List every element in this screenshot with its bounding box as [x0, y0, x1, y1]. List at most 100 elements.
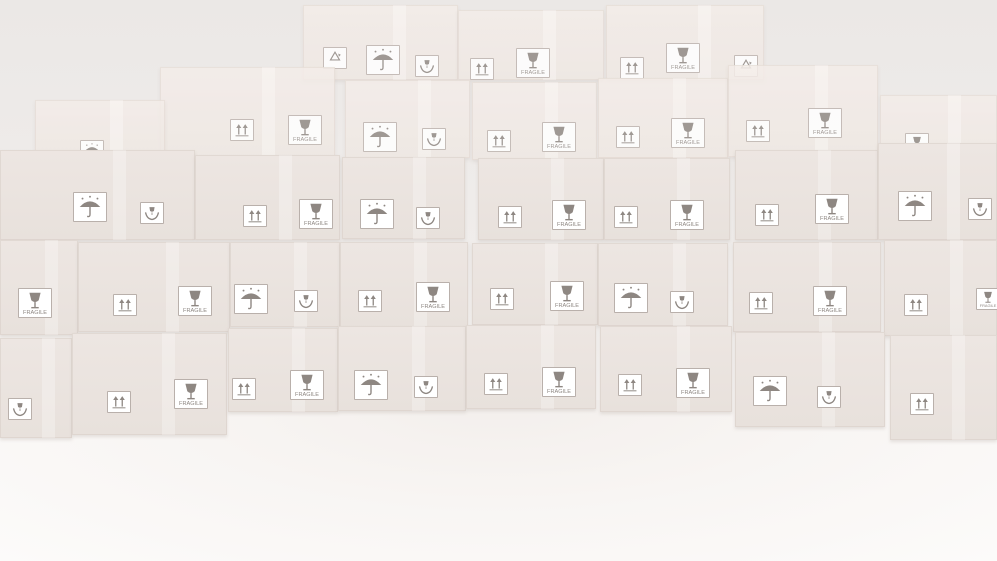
cardboard-box: FRAGILE: [733, 242, 881, 332]
fragile-glass-icon: FRAGILE: [416, 282, 450, 312]
svg-text:FRAGILE: FRAGILE: [293, 137, 317, 143]
cardboard-box: FRAGILE: [604, 158, 730, 240]
svg-text:FRAGILE: FRAGILE: [820, 216, 844, 222]
cardboard-box: FRAGILE: [78, 242, 230, 332]
this-side-up-icon: [358, 290, 382, 312]
this-side-up-icon: [484, 373, 508, 395]
cardboard-box: FRAGILE: [195, 155, 340, 240]
svg-text:FRAGILE: FRAGILE: [521, 70, 545, 76]
cardboard-box: FRAGILE: [458, 10, 604, 80]
fragile-glass-icon: FRAGILE: [552, 200, 586, 230]
cardboard-box: FRAGILE: [600, 326, 732, 412]
fragile-glass-icon: FRAGILE: [550, 281, 584, 311]
handle-with-care-icon: [416, 207, 440, 229]
this-side-up-icon: [230, 119, 254, 141]
keep-dry-umbrella-icon: [360, 199, 394, 229]
fragile-glass-icon: FRAGILE: [815, 194, 849, 224]
keep-dry-umbrella-icon: [753, 376, 787, 406]
cardboard-box: [890, 335, 997, 440]
this-side-up-icon: [749, 292, 773, 314]
cardboard-box: [230, 242, 340, 327]
handle-with-care-icon: [817, 386, 841, 408]
warehouse-scene: FRAGILE FRAGILE FRAGILE FRAGILE FRAGILE …: [0, 0, 997, 561]
recycle-icon: [323, 47, 347, 69]
this-side-up-icon: [904, 294, 928, 316]
fragile-glass-icon: FRAGILE: [813, 286, 847, 316]
fragile-glass-icon: FRAGILE: [671, 118, 705, 148]
this-side-up-icon: [910, 393, 934, 415]
fragile-glass-icon: FRAGILE: [299, 199, 333, 229]
svg-text:FRAGILE: FRAGILE: [980, 303, 997, 308]
this-side-up-icon: [498, 206, 522, 228]
this-side-up-icon: [746, 120, 770, 142]
fragile-glass-icon: FRAGILE: [542, 367, 576, 397]
this-side-up-icon: [755, 204, 779, 226]
cardboard-box: FRAGILE: [340, 242, 468, 327]
handle-with-care-icon: [294, 290, 318, 312]
fragile-glass-icon: FRAGILE: [516, 48, 550, 78]
keep-dry-umbrella-icon: [234, 284, 268, 314]
svg-text:FRAGILE: FRAGILE: [547, 389, 571, 395]
handle-with-care-icon: [415, 55, 439, 77]
svg-text:FRAGILE: FRAGILE: [681, 390, 705, 396]
fragile-glass-icon: FRAGILE: [288, 115, 322, 145]
fragile-glass-icon: FRAGILE: [670, 200, 704, 230]
svg-text:FRAGILE: FRAGILE: [23, 310, 47, 316]
svg-text:FRAGILE: FRAGILE: [179, 401, 203, 407]
svg-text:FRAGILE: FRAGILE: [295, 392, 319, 398]
svg-text:FRAGILE: FRAGILE: [555, 303, 579, 309]
this-side-up-icon: [487, 130, 511, 152]
svg-text:FRAGILE: FRAGILE: [183, 308, 207, 314]
cardboard-box: [0, 150, 195, 240]
this-side-up-icon: [107, 391, 131, 413]
svg-text:FRAGILE: FRAGILE: [676, 140, 700, 146]
handle-with-care-icon: [414, 376, 438, 398]
handle-with-care-icon: [140, 202, 164, 224]
fragile-glass-icon: FRAGILE: [666, 43, 700, 73]
this-side-up-icon: [243, 205, 267, 227]
cardboard-box: [0, 338, 72, 438]
cardboard-box: FRAGILE: [466, 325, 596, 409]
handle-with-care-icon: [422, 128, 446, 150]
keep-dry-umbrella-icon: [366, 45, 400, 75]
cardboard-box: [735, 332, 885, 427]
box-pile: FRAGILE FRAGILE FRAGILE FRAGILE FRAGILE …: [0, 0, 997, 561]
keep-dry-umbrella-icon: [73, 192, 107, 222]
this-side-up-icon: [614, 206, 638, 228]
handle-with-care-icon: [968, 198, 992, 220]
cardboard-box: [35, 100, 165, 162]
this-side-up-icon: [470, 58, 494, 80]
svg-text:FRAGILE: FRAGILE: [421, 304, 445, 310]
cardboard-box: [338, 326, 466, 411]
this-side-up-icon: [618, 374, 642, 396]
fragile-glass-icon: FRAGILE: [976, 288, 997, 310]
handle-with-care-icon: [670, 291, 694, 313]
fragile-glass-icon: FRAGILE: [808, 108, 842, 138]
this-side-up-icon: [490, 288, 514, 310]
keep-dry-umbrella-icon: [614, 283, 648, 313]
fragile-glass-icon: FRAGILE: [676, 368, 710, 398]
svg-text:FRAGILE: FRAGILE: [557, 222, 581, 228]
svg-text:FRAGILE: FRAGILE: [818, 308, 842, 314]
keep-dry-umbrella-icon: [363, 122, 397, 152]
cardboard-box: FRAGILE: [884, 240, 997, 336]
svg-text:FRAGILE: FRAGILE: [304, 221, 328, 227]
cardboard-box: FRAGILE: [228, 328, 338, 412]
cardboard-box: FRAGILE: [472, 82, 597, 160]
cardboard-box: [878, 143, 997, 240]
handle-with-care-icon: [8, 398, 32, 420]
cardboard-box: FRAGILE: [598, 78, 728, 158]
fragile-glass-icon: FRAGILE: [18, 288, 52, 318]
svg-text:FRAGILE: FRAGILE: [547, 144, 571, 150]
cardboard-box: FRAGILE: [160, 67, 335, 157]
fragile-glass-icon: FRAGILE: [542, 122, 576, 152]
svg-text:FRAGILE: FRAGILE: [813, 130, 837, 136]
cardboard-box: [345, 80, 470, 158]
keep-dry-umbrella-icon: [354, 370, 388, 400]
cardboard-box: [342, 157, 465, 239]
cardboard-box: FRAGILE: [478, 158, 604, 240]
fragile-glass-icon: FRAGILE: [290, 370, 324, 400]
cardboard-box: FRAGILE: [728, 65, 878, 157]
this-side-up-icon: [620, 57, 644, 79]
svg-text:FRAGILE: FRAGILE: [671, 65, 695, 71]
